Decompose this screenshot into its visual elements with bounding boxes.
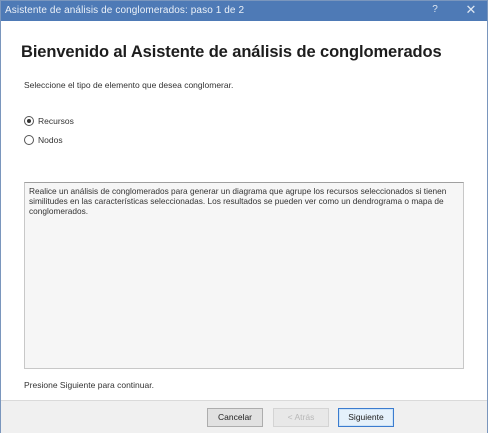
radio-button-nodos[interactable] [24,135,34,145]
radio-label-recursos[interactable]: Recursos [38,116,74,126]
button-bar: Cancelar < Atrás Siguiente [1,400,487,433]
wizard-window: Asistente de análisis de conglomerados: … [0,0,488,433]
continue-hint: Presione Siguiente para continuar. [24,380,154,390]
description-text: Realice un análisis de conglomerados par… [29,186,447,216]
page-title: Bienvenido al Asistente de análisis de c… [21,43,442,61]
title-bar[interactable]: Asistente de análisis de conglomerados: … [1,1,487,21]
radio-option-recursos[interactable]: Recursos [24,115,74,127]
back-button[interactable]: < Atrás [273,408,329,427]
radio-option-nodos[interactable]: Nodos [24,134,63,146]
help-icon[interactable]: ? [429,4,441,15]
cancel-button[interactable]: Cancelar [207,408,263,427]
instruction-text: Seleccione el tipo de elemento que desea… [24,80,234,90]
next-button[interactable]: Siguiente [338,408,394,427]
radio-button-recursos[interactable] [24,116,34,126]
window-title: Asistente de análisis de conglomerados: … [5,5,245,16]
radio-label-nodos[interactable]: Nodos [38,135,63,145]
close-icon[interactable]: ✕ [463,2,479,18]
description-box: Realice un análisis de conglomerados par… [24,182,464,369]
